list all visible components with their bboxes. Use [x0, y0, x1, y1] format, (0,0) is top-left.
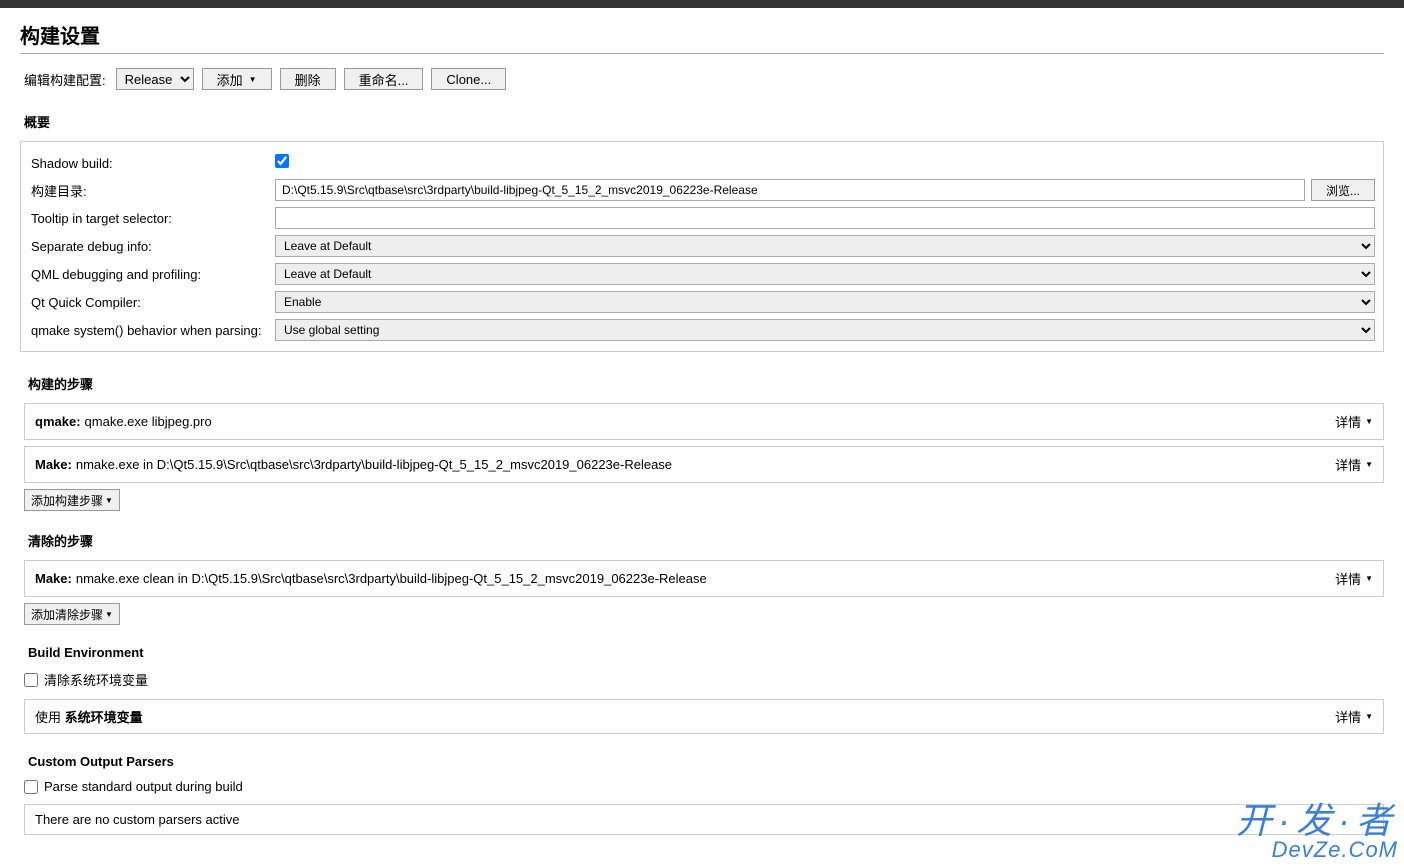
chevron-down-icon: ▼: [1365, 460, 1373, 469]
clone-config-button[interactable]: Clone...: [431, 68, 506, 90]
add-clean-step-label: 添加清除步骤: [31, 606, 103, 623]
qmake-system-label: qmake system() behavior when parsing:: [29, 323, 269, 338]
build-dir-input[interactable]: [275, 179, 1305, 201]
config-select[interactable]: Release: [116, 68, 194, 90]
chevron-down-icon: ▼: [1365, 574, 1373, 583]
step-name: Make:: [35, 457, 72, 472]
step-name: Make:: [35, 571, 72, 586]
chevron-down-icon: ▼: [249, 75, 257, 84]
main-content: 构建设置 编辑构建配置: Release 添加 ▼ 删除 重命名... Clon…: [0, 8, 1404, 867]
build-steps-heading: 构建的步骤: [24, 374, 1384, 393]
build-steps-section: 构建的步骤 qmake: qmake.exe libjpeg.pro 详情 ▼ …: [20, 374, 1384, 511]
details-button[interactable]: 详情 ▼: [1335, 412, 1373, 431]
clear-sys-env-checkbox[interactable]: [24, 673, 38, 687]
shadow-build-checkbox[interactable]: [275, 154, 289, 168]
clear-sys-env-row[interactable]: 清除系统环境变量: [24, 670, 1384, 689]
debug-info-select[interactable]: Leave at Default: [275, 235, 1375, 257]
details-label: 详情: [1335, 707, 1361, 726]
rename-config-button[interactable]: 重命名...: [344, 68, 424, 90]
tooltip-input[interactable]: [275, 207, 1375, 229]
details-button[interactable]: 详情 ▼: [1335, 707, 1373, 726]
debug-info-label: Separate debug info:: [29, 239, 269, 254]
config-label: 编辑构建配置:: [24, 70, 106, 89]
shadow-build-label: Shadow build:: [29, 156, 269, 171]
build-env-section: Build Environment 清除系统环境变量 使用 系统环境变量 详情 …: [20, 645, 1384, 734]
overview-heading: 概要: [20, 112, 1384, 131]
use-prefix: 使用: [35, 710, 65, 725]
build-dir-label: 构建目录:: [29, 181, 269, 200]
window-top-bar: [0, 0, 1404, 8]
use-sys-env-bold: 系统环境变量: [65, 710, 143, 725]
step-value: qmake.exe libjpeg.pro: [85, 414, 212, 429]
page-title: 构建设置: [20, 20, 1384, 49]
parse-stdout-label: Parse standard output during build: [44, 779, 243, 794]
custom-parsers-section: Custom Output Parsers Parse standard out…: [20, 754, 1384, 835]
clean-steps-heading: 清除的步骤: [24, 531, 1384, 550]
qt-quick-compiler-select[interactable]: Enable: [275, 291, 1375, 313]
use-sys-env-row: 使用 系统环境变量 详情 ▼: [24, 699, 1384, 734]
add-build-step-button[interactable]: 添加构建步骤 ▼: [24, 489, 120, 511]
no-parsers-row: There are no custom parsers active: [24, 804, 1384, 835]
step-name: qmake:: [35, 414, 81, 429]
details-button[interactable]: 详情 ▼: [1335, 455, 1373, 474]
chevron-down-icon: ▼: [105, 496, 113, 505]
details-label: 详情: [1335, 569, 1361, 588]
parse-stdout-row[interactable]: Parse standard output during build: [24, 779, 1384, 794]
title-divider: [20, 53, 1384, 54]
parse-stdout-checkbox[interactable]: [24, 780, 38, 794]
clear-sys-env-label: 清除系统环境变量: [44, 670, 148, 689]
details-label: 详情: [1335, 412, 1361, 431]
add-label: 添加: [217, 70, 243, 89]
add-build-step-label: 添加构建步骤: [31, 492, 103, 509]
qml-debug-select[interactable]: Leave at Default: [275, 263, 1375, 285]
details-button[interactable]: 详情 ▼: [1335, 569, 1373, 588]
chevron-down-icon: ▼: [1365, 417, 1373, 426]
qt-quick-compiler-label: Qt Quick Compiler:: [29, 295, 269, 310]
delete-config-button[interactable]: 删除: [280, 68, 336, 90]
overview-panel: Shadow build: 构建目录: 浏览... Tooltip in tar…: [20, 141, 1384, 352]
chevron-down-icon: ▼: [105, 610, 113, 619]
qmake-system-select[interactable]: Use global setting: [275, 319, 1375, 341]
clean-step-row: Make: nmake.exe clean in D:\Qt5.15.9\Src…: [24, 560, 1384, 597]
chevron-down-icon: ▼: [1365, 712, 1373, 721]
step-value: nmake.exe in D:\Qt5.15.9\Src\qtbase\src\…: [76, 457, 672, 472]
clean-steps-section: 清除的步骤 Make: nmake.exe clean in D:\Qt5.15…: [20, 531, 1384, 625]
add-clean-step-button[interactable]: 添加清除步骤 ▼: [24, 603, 120, 625]
config-toolbar: 编辑构建配置: Release 添加 ▼ 删除 重命名... Clone...: [20, 68, 1384, 90]
add-config-button[interactable]: 添加 ▼: [202, 68, 272, 90]
qml-debug-label: QML debugging and profiling:: [29, 267, 269, 282]
build-step-row: Make: nmake.exe in D:\Qt5.15.9\Src\qtbas…: [24, 446, 1384, 483]
tooltip-label: Tooltip in target selector:: [29, 211, 269, 226]
build-env-heading: Build Environment: [24, 645, 1384, 660]
custom-parsers-heading: Custom Output Parsers: [24, 754, 1384, 769]
step-value: nmake.exe clean in D:\Qt5.15.9\Src\qtbas…: [76, 571, 707, 586]
build-step-row: qmake: qmake.exe libjpeg.pro 详情 ▼: [24, 403, 1384, 440]
browse-button[interactable]: 浏览...: [1311, 179, 1375, 201]
details-label: 详情: [1335, 455, 1361, 474]
